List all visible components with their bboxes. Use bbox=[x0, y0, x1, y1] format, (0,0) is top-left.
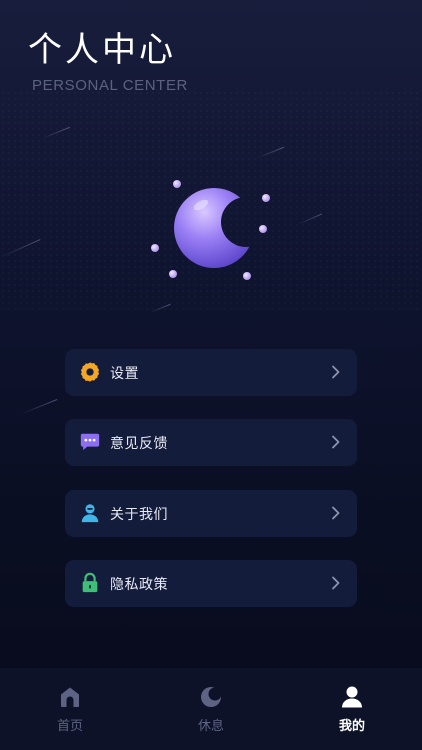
message-icon bbox=[80, 433, 100, 451]
page-subtitle: PERSONAL CENTER bbox=[32, 77, 188, 94]
tab-label-rest: 休息 bbox=[197, 719, 224, 734]
menu-item-privacy[interactable]: 隐私政策 bbox=[65, 560, 357, 607]
lock-icon bbox=[82, 572, 98, 593]
menu-item-feedback[interactable]: 意见反馈 bbox=[65, 419, 357, 466]
sparkle-dot bbox=[151, 244, 159, 252]
sparkle-dot bbox=[169, 270, 177, 278]
chevron-right-icon bbox=[332, 435, 340, 449]
tab-label-mine: 我的 bbox=[338, 719, 365, 734]
page-title: 个人中心 bbox=[28, 30, 176, 70]
menu-item-about[interactable]: 关于我们 bbox=[65, 490, 357, 537]
chevron-right-icon bbox=[332, 506, 340, 520]
menu-label-settings: 设置 bbox=[110, 366, 139, 382]
tab-home[interactable]: 首页 bbox=[0, 668, 140, 750]
moon-icon bbox=[174, 188, 254, 268]
menu-label-feedback: 意见反馈 bbox=[110, 436, 168, 452]
sparkle-dot bbox=[262, 194, 270, 202]
moon-illustration bbox=[145, 172, 275, 287]
tab-label-home: 首页 bbox=[56, 719, 83, 734]
menu-label-privacy: 隐私政策 bbox=[110, 577, 168, 593]
bottom-tab-bar: 首页 休息 我的 bbox=[0, 668, 422, 750]
tab-mine[interactable]: 我的 bbox=[282, 668, 422, 750]
chevron-right-icon bbox=[332, 576, 340, 590]
menu-label-about: 关于我们 bbox=[110, 507, 168, 523]
user-icon bbox=[81, 504, 99, 523]
shooting-star bbox=[19, 399, 58, 415]
chevron-right-icon bbox=[332, 365, 340, 379]
tab-rest[interactable]: 休息 bbox=[141, 668, 281, 750]
sparkle-dot bbox=[243, 272, 251, 280]
person-icon bbox=[342, 686, 362, 708]
sparkle-dot bbox=[173, 180, 181, 188]
personal-center-page: 个人中心 PERSONAL CENTER 设置 意见反馈 关于我们 隐私政策 首… bbox=[0, 0, 422, 750]
sparkle-dot bbox=[259, 225, 267, 233]
home-icon bbox=[61, 687, 79, 707]
gear-icon bbox=[80, 362, 100, 382]
menu-item-settings[interactable]: 设置 bbox=[65, 349, 357, 396]
moon-icon bbox=[201, 687, 221, 707]
